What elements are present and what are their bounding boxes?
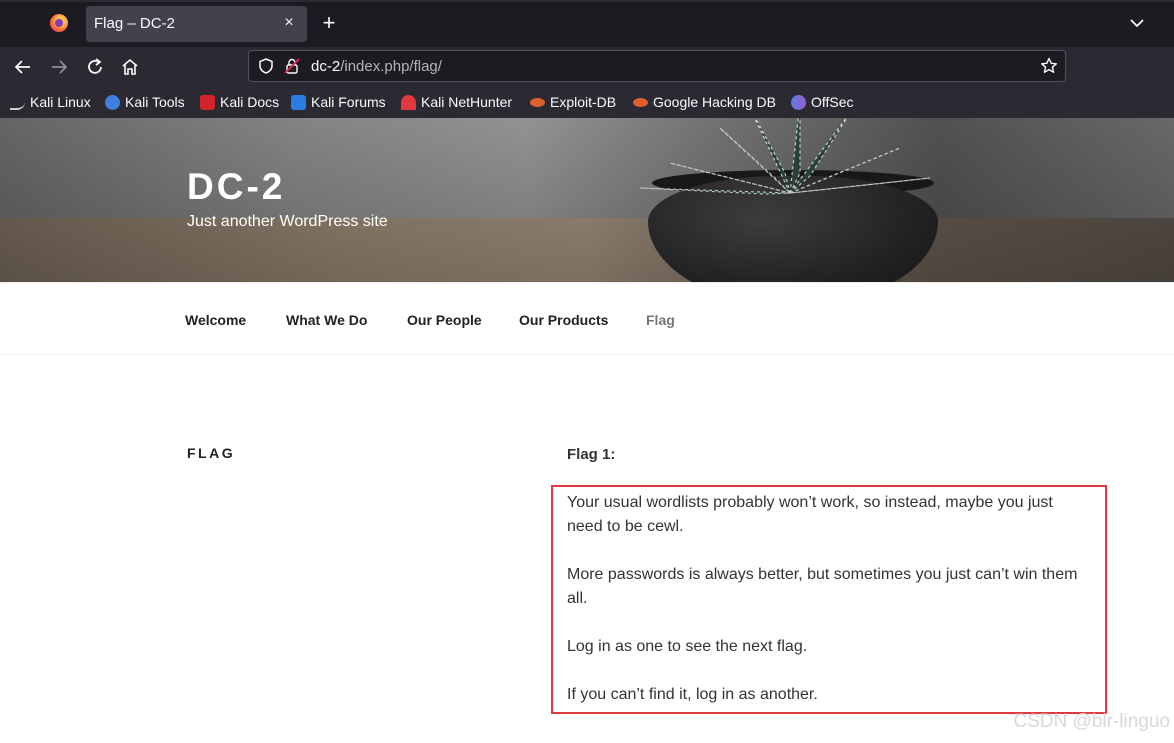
flag-paragraph-4: If you can’t find it, log in as another.: [567, 686, 818, 703]
url-bar[interactable]: dc-2/index.php/flag/: [248, 50, 1066, 82]
bookmark-google-hacking-db[interactable]: Google Hacking DB: [633, 93, 776, 111]
bookmark-label: Kali Linux: [30, 94, 91, 110]
bookmark-label: Kali Tools: [125, 94, 185, 110]
bookmark-kali-forums[interactable]: Kali Forums: [291, 93, 386, 111]
menu-item-flag[interactable]: Flag: [646, 312, 675, 328]
bookmark-offsec[interactable]: OffSec: [791, 93, 854, 111]
kali-forums-icon: [291, 94, 306, 110]
exploit-db-icon: [530, 97, 545, 107]
chevron-down-icon[interactable]: [1128, 14, 1146, 32]
tab-title: Flag – DC-2: [94, 15, 175, 32]
firefox-logo-icon: [50, 14, 68, 32]
header-shade: [0, 118, 1174, 282]
nethunter-icon: [401, 94, 416, 110]
menu-item-welcome[interactable]: Welcome: [185, 312, 246, 328]
tab-strip-top-border: [0, 0, 1174, 2]
bookmark-label: Google Hacking DB: [653, 94, 776, 110]
menu-item-our-people[interactable]: Our People: [407, 312, 482, 328]
offsec-icon: [791, 94, 806, 110]
bookmark-kali-docs[interactable]: Kali Docs: [200, 93, 279, 111]
tab-active[interactable]: Flag – DC-2 ×: [86, 6, 307, 42]
kali-dragon-icon: [10, 95, 25, 110]
back-arrow-icon[interactable]: [11, 55, 35, 79]
tracking-protection-shield-icon[interactable]: [257, 57, 275, 75]
tab-strip: Flag – DC-2 × +: [0, 0, 1174, 47]
site-title[interactable]: DC-2: [187, 166, 285, 208]
site-navigation: Welcome What We Do Our People Our Produc…: [0, 282, 1174, 355]
menu-item-our-products[interactable]: Our Products: [519, 312, 608, 328]
bookmark-exploit-db[interactable]: Exploit-DB: [530, 93, 616, 111]
kali-tools-icon: [105, 94, 120, 110]
bookmark-kali-tools[interactable]: Kali Tools: [105, 93, 185, 111]
bookmark-label: Kali Forums: [311, 94, 386, 110]
flag-paragraph-3: Log in as one to see the next flag.: [567, 638, 808, 655]
new-tab-button[interactable]: +: [318, 12, 340, 34]
reload-icon[interactable]: [83, 55, 107, 79]
bookmark-star-icon[interactable]: [1039, 56, 1059, 76]
bookmark-label: Kali NetHunter: [421, 94, 513, 110]
flag-paragraph-2: More passwords is always better, but som…: [567, 566, 1078, 607]
url-host: dc-2: [311, 58, 341, 75]
page-title: FLAG: [187, 445, 236, 461]
flag-heading: Flag 1:: [567, 446, 616, 463]
bookmarks-toolbar: Kali Linux Kali Tools Kali Docs Kali For…: [0, 87, 1174, 118]
forward-arrow-icon[interactable]: [47, 55, 71, 79]
insecure-lock-icon[interactable]: [283, 57, 301, 75]
bookmark-label: Kali Docs: [220, 94, 280, 110]
url-path: /index.php/flag/: [340, 58, 442, 75]
kali-docs-icon: [200, 94, 215, 110]
csdn-watermark: CSDN @blr-linguo: [1013, 711, 1170, 732]
bookmark-kali-linux[interactable]: Kali Linux: [10, 93, 91, 111]
bookmark-kali-nethunter[interactable]: Kali NetHunter: [401, 93, 512, 111]
home-icon[interactable]: [118, 55, 142, 79]
bookmark-label: OffSec: [811, 94, 854, 110]
bookmark-label: Exploit-DB: [550, 94, 617, 110]
site-header-image: [0, 118, 1174, 282]
menu-item-what-we-do[interactable]: What We Do: [286, 312, 367, 328]
ghdb-icon: [633, 97, 648, 107]
url-text[interactable]: dc-2/index.php/flag/: [311, 58, 442, 75]
navigation-toolbar: dc-2/index.php/flag/: [0, 47, 1174, 87]
flag-paragraph-1: Your usual wordlists probably won’t work…: [567, 494, 1053, 535]
site-description: Just another WordPress site: [187, 213, 388, 230]
tab-close-icon[interactable]: ×: [279, 13, 299, 33]
